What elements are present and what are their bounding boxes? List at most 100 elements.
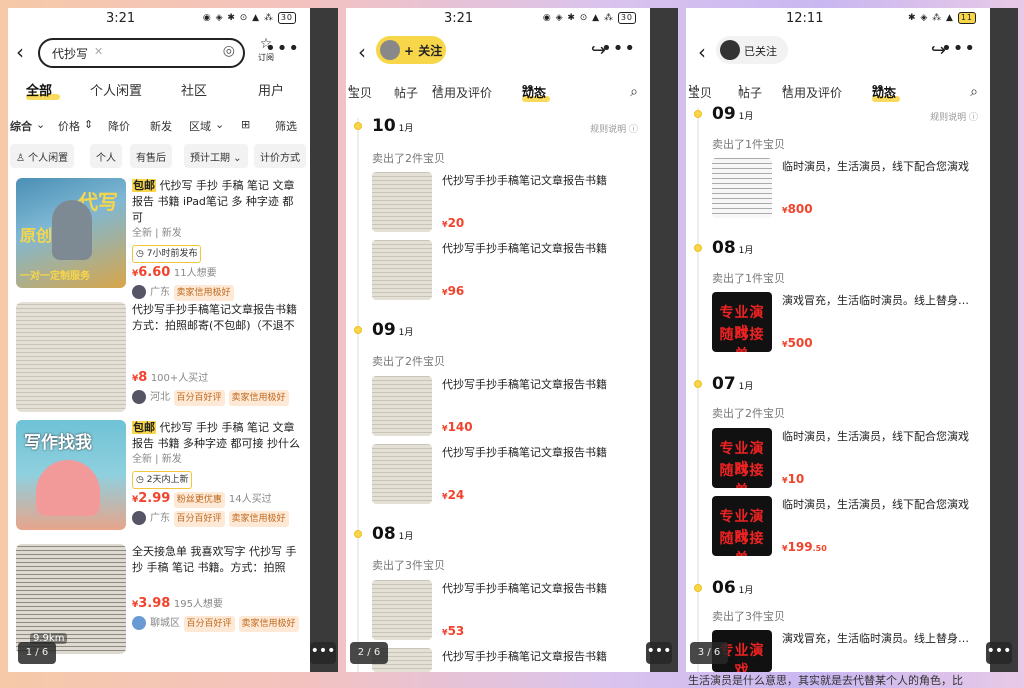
tab-reviews[interactable]: 信用及评价 23: [432, 84, 492, 100]
timeline-line: [357, 118, 359, 672]
more-icon[interactable]: •••: [601, 38, 636, 59]
sold-item[interactable]: 代抄写手抄手稿笔记文章报告书籍 ¥140: [372, 376, 642, 436]
item-condition: 全新 | 新发: [132, 228, 182, 239]
chip-after-sale[interactable]: 有售后: [130, 144, 172, 168]
date-heading: 08 1月: [372, 524, 413, 544]
back-arrow-icon[interactable]: ‹: [16, 40, 24, 64]
sold-item[interactable]: 专业演戏 随时接单 临时演员，生活演员，线下配合您演戏 ¥199.50: [712, 496, 982, 556]
tab-community[interactable]: 社区: [181, 80, 207, 99]
status-bar: 12:11 ✱ ◈ ⁂ ▲ 11: [686, 8, 990, 30]
sold-item[interactable]: 代抄写手抄手稿笔记文章报告书籍 ¥96: [372, 240, 642, 300]
sold-item[interactable]: 专业演戏 随时接单 临时演员，生活演员，线下配合您演戏 ¥10: [712, 428, 982, 488]
filter-price[interactable]: 价格: [58, 118, 80, 134]
sold-item[interactable]: 代抄写手抄手稿笔记文章报告书籍 ¥53: [372, 580, 642, 640]
tab-goods[interactable]: 宝贝 14: [688, 84, 712, 100]
sign-text: 随时接单: [719, 327, 765, 352]
tab-all[interactable]: 全部: [26, 80, 52, 99]
sold-item[interactable]: 代抄写手抄手稿笔记文章报告书籍 ¥20: [372, 172, 642, 232]
filter-region[interactable]: 区域: [189, 118, 211, 134]
tab-activity[interactable]: 动态 99+: [522, 84, 546, 100]
search-icon[interactable]: ⌕: [630, 84, 638, 100]
grid-icon[interactable]: ⊞: [241, 118, 250, 131]
sold-item[interactable]: 临时演员，生活演员，线下配合您演戏 ¥800: [712, 158, 982, 218]
filter-drop[interactable]: 降价: [108, 118, 130, 134]
filter-sort[interactable]: 综合: [10, 118, 32, 134]
date-heading: 09 1月: [372, 320, 413, 340]
more-icon[interactable]: •••: [941, 38, 976, 59]
list-item[interactable]: 代写 原创 一对一定制服务 包邮 代抄写 手抄 手稿 笔记 文章报告 书籍 iP…: [8, 178, 310, 301]
more-button[interactable]: •••: [646, 642, 672, 664]
price-value: 800: [787, 202, 813, 216]
item-title: 全天接急单 我喜欢写字 代抄写 手抄 手稿 笔记 书籍。方式：拍照: [132, 545, 297, 574]
item-thumbnail: 代写 原创 一对一定制服务: [16, 178, 126, 288]
date-day: 09: [372, 320, 396, 340]
rules-link[interactable]: 规则说明 ⓘ: [930, 110, 978, 123]
search-icon[interactable]: ⌕: [970, 84, 978, 100]
item-time-row: ◷ 7小时前发布: [132, 245, 304, 263]
chip-personal[interactable]: ♙ 个人闲置: [10, 144, 75, 168]
more-button[interactable]: •••: [310, 642, 336, 664]
filter-screen[interactable]: 筛选: [275, 118, 297, 134]
avatar: [132, 390, 146, 404]
rating-tag: 百分百好评: [173, 390, 225, 406]
item-title-text: 代抄写 手抄 手稿 笔记 文章报告 书籍 多种字迹 都可接 抄什么: [132, 421, 300, 450]
seller-row: 广东 卖家信用极好: [132, 284, 304, 301]
panel-search-results: 3:21 ◉ ◈ ✱ ⊙ ▲ ⁂ 30 ‹ 代抄写 ✕ ◎ ☆ 订阅 ••• 全…: [8, 8, 310, 672]
page-indicator: 2 / 6: [350, 642, 388, 664]
item-price: ¥8: [132, 370, 148, 385]
more-button[interactable]: •••: [986, 642, 1012, 664]
item-thumbnail: 专业演戏 随时接单: [712, 292, 772, 352]
chip-individual[interactable]: 个人: [90, 144, 122, 168]
item-wants: 11人想要: [173, 268, 217, 279]
sold-item[interactable]: 代抄写手抄手稿笔记文章报告书籍 ¥24: [372, 444, 642, 504]
seller-row: 河北 百分百好评 卖家信用极好: [132, 389, 304, 406]
bottom-overflow-text: 生活演员是什么意思，其实就是去代替某个人的角色，比: [688, 674, 963, 687]
search-input[interactable]: 代抄写 ✕ ◎: [38, 38, 245, 68]
tab-posts[interactable]: 帖子 1: [738, 84, 762, 100]
followed-button[interactable]: 已关注: [716, 36, 788, 64]
back-arrow-icon[interactable]: ‹: [698, 40, 706, 64]
sold-item[interactable]: 专业演戏 演戏冒充，生活临时演员。线上替身…: [712, 630, 982, 672]
camera-icon[interactable]: ◎: [223, 43, 235, 59]
date-month: 1月: [738, 246, 754, 256]
item-time-row: ◷ 2天内上新: [132, 471, 304, 489]
tab-users[interactable]: 用户: [258, 80, 284, 99]
list-item[interactable]: 写作找我 包邮 代抄写 手抄 手稿 笔记 文章报告 书籍 多种字迹 都可接 抄什…: [8, 420, 310, 532]
sold-item[interactable]: 专业演戏 随时接单 演戏冒充，生活临时演员。线上替身… ¥500: [712, 292, 982, 352]
tab-personal[interactable]: 个人闲置: [90, 80, 142, 99]
seller-row: 聊城区 百分百好评 卖家信用极好: [132, 615, 304, 632]
panel-seller-activity: 3:21 ◉ ◈ ✱ ⊙ ▲ ⁂ 30 ‹ + 关注 ↪ ••• 宝贝 4 帖子 …: [346, 8, 650, 672]
item-info: 代抄写手抄手稿笔记文章报告书籍方式：拍照邮寄(不包邮)（不退不 ¥8 100+人…: [132, 302, 304, 406]
divider-bar: •••: [986, 8, 1018, 672]
list-item[interactable]: 代抄写手抄手稿笔记文章报告书籍方式：拍照邮寄(不包邮)（不退不 ¥8 100+人…: [8, 302, 310, 414]
item-price-row: ¥3.98 195人想要: [132, 596, 304, 613]
date-month: 1月: [738, 112, 754, 122]
chip-pricing[interactable]: 计价方式: [254, 144, 306, 168]
follow-button[interactable]: + 关注: [376, 36, 446, 64]
seller-location: 聊城区: [150, 618, 180, 629]
tab-label: 动态: [522, 86, 547, 100]
battery-icon: 11: [957, 12, 976, 24]
rules-label: 规则说明: [930, 113, 967, 123]
more-icon[interactable]: •••: [265, 38, 300, 59]
tab-reviews[interactable]: 信用及评价 41: [782, 84, 842, 100]
item-thumbnail: [372, 444, 432, 504]
rules-link[interactable]: 规则说明 ⓘ: [590, 122, 638, 135]
filter-new[interactable]: 新发: [150, 118, 172, 134]
sold-item[interactable]: 代抄写手抄手稿笔记文章报告书籍: [372, 648, 642, 672]
fan-discount-tag: 粉丝更优惠: [173, 492, 225, 508]
credit-tag: 卖家信用极好: [173, 285, 234, 301]
chip-duration[interactable]: 预计工期 ⌄: [184, 144, 248, 168]
timeline-dot: [694, 110, 702, 118]
clear-icon[interactable]: ✕: [94, 45, 103, 58]
tab-goods[interactable]: 宝贝 4: [348, 84, 372, 100]
date-month: 1月: [738, 586, 754, 596]
item-info: 包邮 代抄写 手抄 手稿 笔记 文章报告 书籍 iPad笔记 多 种字迹 都可 …: [132, 178, 304, 301]
back-arrow-icon[interactable]: ‹: [358, 40, 366, 64]
item-thumbnail: [712, 158, 772, 218]
tab-label: 动态: [872, 86, 897, 100]
chip-label: 预计工期: [190, 153, 230, 164]
page-indicator: 1 / 6: [18, 642, 56, 664]
tab-activity[interactable]: 动态 99+: [872, 84, 896, 100]
price-value: 500: [787, 336, 813, 350]
